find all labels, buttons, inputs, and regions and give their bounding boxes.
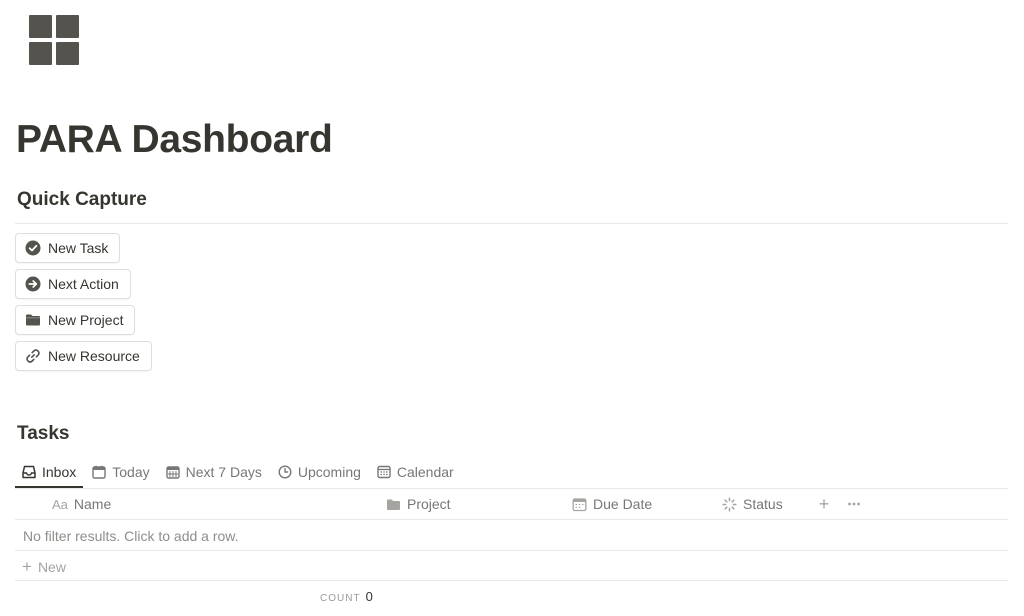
button-label: New Task — [48, 240, 109, 256]
divider — [15, 580, 1008, 581]
column-header-project[interactable]: Project — [386, 489, 451, 519]
column-header-name[interactable]: Aa Name — [52, 489, 111, 519]
column-label: Due Date — [593, 496, 653, 512]
divider — [15, 550, 1008, 551]
arrow-circle-icon — [25, 276, 41, 292]
tab-calendar[interactable]: Calendar — [370, 456, 461, 488]
new-row-button[interactable]: + New — [22, 558, 66, 575]
tasks-heading: Tasks — [17, 423, 70, 444]
new-resource-button[interactable]: New Resource — [15, 341, 152, 371]
column-header-status[interactable]: Status — [722, 489, 783, 519]
tab-inbox[interactable]: Inbox — [15, 456, 84, 488]
page-title[interactable]: PARA Dashboard — [16, 118, 333, 162]
tab-upcoming[interactable]: Upcoming — [271, 456, 368, 488]
tab-label: Today — [112, 464, 150, 480]
count-label: COUNT — [320, 593, 361, 604]
folder-icon — [386, 497, 401, 512]
page: PARA Dashboard Quick Capture New Task Ne… — [0, 0, 1024, 616]
column-label: Project — [407, 496, 451, 512]
calendar-icon — [92, 465, 106, 479]
new-project-button[interactable]: New Project — [15, 305, 136, 335]
new-label: New — [37, 558, 66, 575]
column-label: Status — [743, 496, 783, 512]
tab-label: Next 7 Days — [185, 464, 262, 480]
column-header-due-date[interactable]: Due Date — [572, 489, 652, 519]
tab-next-7-days[interactable]: Next 7 Days — [159, 456, 269, 488]
button-label: New Resource — [48, 348, 140, 364]
check-circle-icon — [25, 240, 41, 256]
empty-state-message[interactable]: No filter results. Click to add a row. — [23, 528, 239, 544]
text-type-icon: Aa — [52, 496, 68, 512]
view-tabs: Inbox Today Next 7 Days Upcoming Calenda… — [15, 456, 463, 488]
divider — [15, 223, 1008, 224]
folder-icon — [25, 312, 41, 328]
calendar-icon — [572, 497, 587, 512]
tab-label: Upcoming — [297, 464, 361, 480]
more-options-icon[interactable] — [845, 495, 863, 513]
clock-icon — [278, 465, 292, 479]
count-value: 0 — [365, 589, 373, 604]
count-summary[interactable]: COUNT 0 — [320, 589, 373, 604]
divider — [15, 488, 1008, 489]
new-task-button[interactable]: New Task — [15, 233, 121, 263]
tab-label: Inbox — [42, 464, 77, 480]
tab-label: Calendar — [396, 464, 454, 480]
tab-today[interactable]: Today — [85, 456, 156, 488]
quick-capture-heading: Quick Capture — [17, 189, 147, 210]
grid-icon[interactable] — [29, 15, 81, 67]
next-action-button[interactable]: Next Action — [15, 269, 131, 299]
status-spinner-icon — [722, 496, 737, 512]
calendar-view-icon — [377, 465, 391, 479]
button-label: Next Action — [48, 276, 119, 292]
add-property-icon[interactable]: + — [815, 494, 833, 514]
button-label: New Project — [48, 312, 124, 328]
link-icon — [25, 348, 41, 364]
inbox-icon — [22, 465, 36, 479]
plus-icon: + — [22, 557, 32, 576]
column-label: Name — [73, 496, 112, 512]
calendar-grid-icon — [165, 465, 180, 479]
divider — [15, 519, 1008, 520]
